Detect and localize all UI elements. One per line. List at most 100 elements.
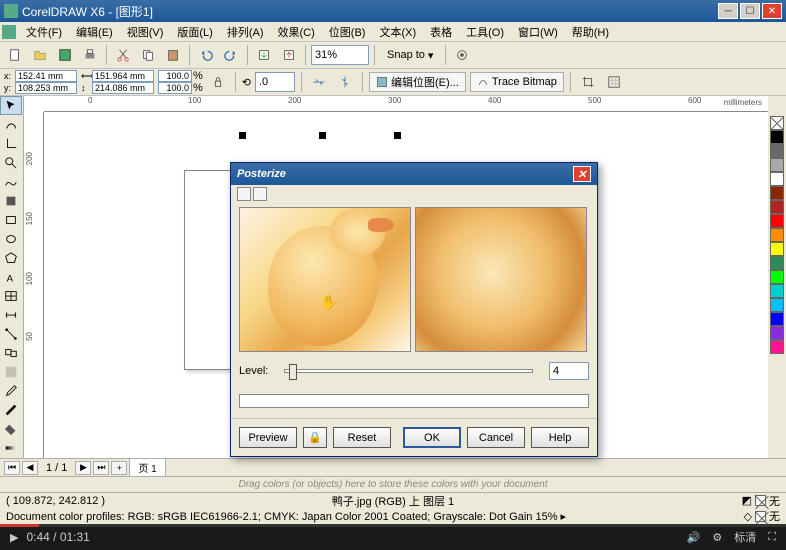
zoom-combo[interactable]: 31%: [311, 45, 369, 65]
help-button[interactable]: Help: [531, 427, 589, 448]
lock-preview-button[interactable]: 🔒: [303, 427, 327, 448]
menu-bitmap[interactable]: 位图(B): [323, 22, 372, 42]
menu-file[interactable]: 文件(F): [20, 22, 68, 42]
trace-bitmap-button[interactable]: Trace Bitmap: [470, 72, 564, 92]
preview-button[interactable]: Preview: [239, 427, 297, 448]
menu-view[interactable]: 视图(V): [121, 22, 170, 42]
color-swatch[interactable]: [770, 298, 784, 312]
dialog-close-button[interactable]: ✕: [573, 166, 591, 182]
rotation-input[interactable]: [255, 72, 295, 92]
zoom-tool[interactable]: [0, 153, 22, 172]
shape-tool[interactable]: [0, 115, 22, 134]
eyedropper-tool[interactable]: [0, 382, 22, 401]
color-swatch[interactable]: [770, 172, 784, 186]
scalex-input[interactable]: [158, 70, 192, 82]
play-button[interactable]: ▶: [10, 531, 18, 544]
last-page-button[interactable]: ⏭: [93, 461, 109, 475]
mirror-h-icon[interactable]: [308, 71, 330, 93]
edit-bitmap-button[interactable]: 编辑位图(E)...: [369, 72, 466, 92]
color-swatch[interactable]: [770, 312, 784, 326]
scaley-input[interactable]: [158, 82, 192, 94]
selection-handle[interactable]: [319, 132, 326, 139]
cancel-button[interactable]: Cancel: [467, 427, 525, 448]
dual-preview-button[interactable]: [253, 187, 267, 201]
color-swatch[interactable]: [770, 340, 784, 354]
color-swatch[interactable]: [770, 214, 784, 228]
menu-arrange[interactable]: 排列(A): [221, 22, 270, 42]
connector-tool[interactable]: [0, 325, 22, 344]
color-swatch[interactable]: [770, 130, 784, 144]
crop-tool[interactable]: [0, 134, 22, 153]
outline-tool[interactable]: [0, 401, 22, 420]
menu-help[interactable]: 帮助(H): [566, 22, 615, 42]
no-fill-swatch[interactable]: [770, 116, 784, 130]
preview-original[interactable]: ✋: [239, 207, 411, 352]
table-tool[interactable]: [0, 287, 22, 306]
quality-label[interactable]: 标清: [734, 529, 756, 545]
settings-icon[interactable]: ⚙: [712, 531, 722, 544]
add-page-button[interactable]: +: [111, 461, 127, 475]
menu-tools[interactable]: 工具(O): [460, 22, 510, 42]
rectangle-tool[interactable]: [0, 210, 22, 229]
maximize-button[interactable]: ☐: [740, 3, 760, 19]
h-input[interactable]: [92, 82, 154, 94]
first-page-button[interactable]: ⏮: [4, 461, 20, 475]
reset-button[interactable]: Reset: [333, 427, 391, 448]
lock-ratio-icon[interactable]: [207, 71, 229, 93]
dimension-tool[interactable]: [0, 306, 22, 325]
print-icon[interactable]: [79, 44, 101, 66]
color-swatch[interactable]: [770, 186, 784, 200]
color-swatch[interactable]: [770, 158, 784, 172]
menu-effects[interactable]: 效果(C): [272, 22, 321, 42]
color-swatch[interactable]: [770, 284, 784, 298]
save-icon[interactable]: [54, 44, 76, 66]
minimize-button[interactable]: ─: [718, 3, 738, 19]
interactive-fill-tool[interactable]: [0, 439, 22, 458]
color-swatch[interactable]: [770, 144, 784, 158]
snap-to-dropdown[interactable]: Snap to ▾: [380, 46, 440, 65]
pick-tool[interactable]: [0, 96, 22, 115]
text-tool[interactable]: A: [0, 268, 22, 287]
transparency-tool[interactable]: [0, 363, 22, 382]
slider-thumb[interactable]: [289, 364, 297, 380]
color-swatch[interactable]: [770, 270, 784, 284]
menu-text[interactable]: 文本(X): [373, 22, 422, 42]
resample-icon[interactable]: [603, 71, 625, 93]
options-icon[interactable]: [451, 44, 473, 66]
ellipse-tool[interactable]: [0, 230, 22, 249]
color-swatch[interactable]: [770, 242, 784, 256]
selection-handle[interactable]: [394, 132, 401, 139]
no-fill-indicator[interactable]: [755, 495, 766, 506]
next-page-button[interactable]: ▶: [75, 461, 91, 475]
polygon-tool[interactable]: [0, 249, 22, 268]
y-input[interactable]: [15, 82, 77, 94]
fullscreen-icon[interactable]: ⛶: [768, 531, 776, 544]
selection-handle[interactable]: [239, 132, 246, 139]
level-slider[interactable]: [284, 369, 533, 373]
menu-layout[interactable]: 版面(L): [171, 22, 218, 42]
no-outline-indicator[interactable]: [755, 511, 766, 522]
import-icon[interactable]: [253, 44, 275, 66]
copy-icon[interactable]: [137, 44, 159, 66]
volume-icon[interactable]: 🔊: [687, 531, 701, 544]
prev-page-button[interactable]: ◀: [22, 461, 38, 475]
color-swatch[interactable]: [770, 228, 784, 242]
export-icon[interactable]: [278, 44, 300, 66]
w-input[interactable]: [92, 70, 154, 82]
undo-icon[interactable]: [195, 44, 217, 66]
color-swatch[interactable]: [770, 326, 784, 340]
paste-icon[interactable]: [162, 44, 184, 66]
freehand-tool[interactable]: [0, 172, 22, 191]
single-preview-button[interactable]: [237, 187, 251, 201]
menu-table[interactable]: 表格: [424, 22, 458, 42]
color-swatch[interactable]: [770, 200, 784, 214]
close-button[interactable]: ✕: [762, 3, 782, 19]
blend-tool[interactable]: [0, 344, 22, 363]
new-icon[interactable]: [4, 44, 26, 66]
video-progress[interactable]: [0, 524, 786, 527]
cut-icon[interactable]: [112, 44, 134, 66]
ok-button[interactable]: OK: [403, 427, 461, 448]
preview-result[interactable]: [415, 207, 587, 352]
color-swatch[interactable]: [770, 256, 784, 270]
open-icon[interactable]: [29, 44, 51, 66]
